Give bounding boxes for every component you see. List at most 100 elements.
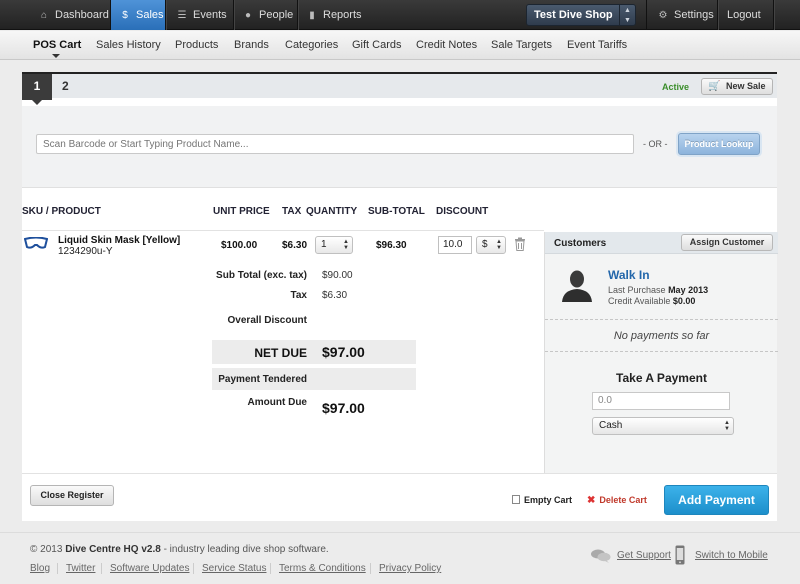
delete-cart-label: Delete Cart: [599, 495, 647, 505]
subnav-event-tariffs[interactable]: Event Tariffs: [567, 31, 627, 60]
subnav-gift-cards[interactable]: Gift Cards: [352, 31, 402, 60]
col-quantity: QUANTITY: [306, 206, 358, 217]
credit-available: Credit Available $0.00: [608, 296, 695, 306]
item-sku: 1234290u-Y: [58, 246, 113, 257]
footer-link-service-status[interactable]: Service Status: [193, 563, 266, 574]
tagline: - industry leading dive shop software.: [163, 544, 329, 555]
cart-tab-1[interactable]: 1: [22, 74, 52, 105]
customer-header: Customers Assign Customer: [545, 232, 778, 254]
person-icon: ●: [244, 10, 252, 21]
empty-cart-label: Empty Cart: [524, 495, 573, 505]
divider: [545, 319, 778, 320]
store-caret-icon: ▲ ▼: [619, 5, 635, 25]
assign-customer-button[interactable]: Assign Customer: [681, 234, 773, 251]
list-icon: ☰: [177, 10, 187, 21]
cart-icon: 🛒: [708, 81, 721, 92]
subnav-categories[interactable]: Categories: [285, 31, 338, 60]
customer-name[interactable]: Walk In: [608, 268, 650, 282]
amount-due-label: Amount Due: [247, 397, 307, 408]
phone-icon: [675, 545, 685, 565]
take-payment-heading: Take A Payment: [616, 371, 707, 385]
credit-label: Credit Available: [608, 296, 671, 306]
cart-tabs: 1 2 Active 🛒 New Sale: [22, 72, 777, 105]
item-tax: $6.30: [282, 240, 308, 251]
credit-value: $0.00: [672, 296, 696, 306]
col-subtotal: SUB-TOTAL: [368, 206, 425, 217]
new-sale-button[interactable]: 🛒 New Sale: [701, 78, 773, 95]
nav-dashboard[interactable]: ⌂ Dashboard: [30, 0, 111, 30]
quantity-caret-icon: ▲ ▼: [343, 239, 349, 251]
subnav-products[interactable]: Products: [175, 31, 218, 60]
footer-link-blog[interactable]: Blog: [30, 563, 50, 574]
subnav-sale-targets[interactable]: Sale Targets: [491, 31, 552, 60]
store-selector[interactable]: Test Dive Shop ▲ ▼: [526, 4, 636, 26]
payment-method-select[interactable]: Cash ▲ ▼: [592, 417, 734, 435]
nav-sales[interactable]: $ Sales: [111, 0, 166, 30]
nav-people[interactable]: ● People: [234, 0, 298, 30]
get-support-link[interactable]: Get Support: [617, 550, 671, 561]
active-tab-indicator: [52, 54, 60, 58]
col-tax: TAX: [282, 206, 302, 217]
last-purchase-value: May 2013: [668, 285, 709, 295]
payment-amount-input[interactable]: 0.0: [592, 392, 730, 410]
last-purchase: Last Purchase May 2013: [608, 285, 708, 295]
switch-to-mobile-link[interactable]: Switch to Mobile: [695, 550, 768, 561]
scan-area: - OR - Product Lookup: [22, 106, 777, 188]
col-unit-price: UNIT PRICE: [213, 206, 270, 217]
footer: © 2013 Dive Centre HQ v2.8 - industry le…: [0, 532, 800, 584]
nav-events-label: Events: [193, 9, 227, 21]
delete-cart-link[interactable]: ✖ Delete Cart: [587, 495, 647, 506]
payment-method-value: Cash: [599, 420, 623, 431]
cart-line-item: Liquid Skin Mask [Yellow] 1234290u-Y $10…: [22, 230, 544, 258]
footer-link-privacy[interactable]: Privacy Policy: [370, 563, 441, 574]
cart-action-bar: Close Register Empty Cart ✖ Delete Cart A…: [22, 473, 777, 521]
add-payment-button[interactable]: Add Payment: [664, 485, 769, 515]
subnav-sales-history[interactable]: Sales History: [96, 31, 161, 60]
chat-icon: [591, 549, 611, 563]
tax-value: $6.30: [322, 290, 348, 301]
discount-input[interactable]: 10.0: [438, 236, 472, 254]
nav-reports[interactable]: ▮ Reports: [298, 0, 368, 30]
col-sku-product: SKU / PRODUCT: [22, 206, 101, 217]
footer-link-terms[interactable]: Terms & Conditions: [270, 563, 366, 574]
col-discount: DISCOUNT: [436, 206, 489, 217]
product-lookup-button[interactable]: Product Lookup: [678, 133, 760, 155]
copyright-prefix: © 2013: [30, 544, 63, 555]
amount-due-value: $97.00: [322, 400, 365, 416]
item-unit-price: $100.00: [221, 240, 258, 251]
nav-dashboard-label: Dashboard: [55, 9, 109, 21]
subtotal-label: Sub Total (exc. tax): [216, 270, 307, 281]
empty-cart-toggle[interactable]: Empty Cart: [512, 495, 572, 505]
nav-events[interactable]: ☰ Events: [166, 0, 234, 30]
net-due-label: NET DUE: [254, 346, 307, 360]
trash-icon[interactable]: [514, 237, 526, 251]
new-sale-label: New Sale: [726, 81, 766, 91]
divider: [545, 351, 778, 352]
quantity-value: 1: [321, 239, 327, 250]
scan-input[interactable]: [36, 134, 634, 154]
empty-cart-checkbox-icon[interactable]: [512, 495, 520, 504]
sub-navigation: POS Cart Sales History Products Brands C…: [0, 31, 800, 60]
cart-tab-2[interactable]: 2: [62, 74, 69, 100]
subnav-credit-notes[interactable]: Credit Notes: [416, 31, 477, 60]
subnav-brands[interactable]: Brands: [234, 31, 269, 60]
logout-link[interactable]: Logout: [718, 0, 774, 30]
subtotal-value: $90.00: [322, 270, 353, 281]
item-subtotal: $96.30: [376, 240, 407, 251]
close-register-button[interactable]: Close Register: [30, 485, 114, 506]
quantity-select[interactable]: 1 ▲ ▼: [315, 236, 353, 254]
home-icon: ⌂: [40, 10, 48, 21]
top-navigation: ⌂ Dashboard $ Sales ☰ Events ● People ▮ Repor…: [0, 0, 800, 30]
discount-type-caret-icon: ▲ ▼: [496, 239, 502, 251]
nav-settings-label: Settings: [674, 9, 714, 21]
delete-x-icon: ✖: [587, 495, 596, 506]
overall-discount-label: Overall Discount: [227, 315, 307, 326]
dollar-icon: $: [122, 10, 128, 21]
item-name[interactable]: Liquid Skin Mask [Yellow]: [58, 235, 180, 246]
discount-type-select[interactable]: $ ▲ ▼: [476, 236, 506, 254]
footer-link-twitter[interactable]: Twitter: [57, 563, 95, 574]
footer-link-software-updates[interactable]: Software Updates: [101, 563, 190, 574]
tax-label: Tax: [290, 290, 308, 301]
nav-settings[interactable]: ⚙ Settings: [646, 0, 718, 30]
net-due-value: $97.00: [322, 344, 365, 360]
